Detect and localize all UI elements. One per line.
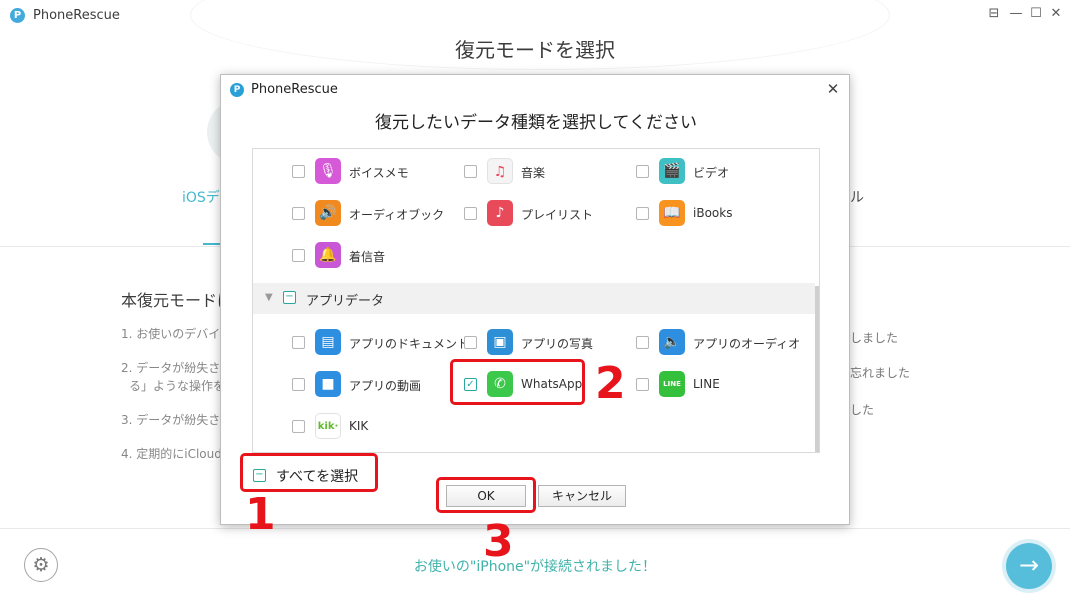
item-label: 着信音: [349, 250, 386, 264]
line-icon: LINE: [659, 371, 685, 397]
item-label: オーディオブック: [349, 208, 445, 222]
annotation-box-ok: [436, 477, 536, 513]
checkbox[interactable]: [636, 378, 649, 391]
item-label: アプリの写真: [521, 337, 594, 351]
microphone-icon: 🎙: [315, 158, 341, 184]
list-item-app-videos[interactable]: ■ アプリの動画: [292, 370, 442, 398]
list-item-ibooks[interactable]: 📖 iBooks: [636, 199, 786, 227]
list-item-music[interactable]: ♫ 音楽: [464, 157, 614, 185]
music-icon: ♫: [487, 158, 513, 184]
checkbox[interactable]: [292, 420, 305, 433]
photo-icon: ▣: [487, 329, 513, 355]
playlist-icon: ♪: [487, 200, 513, 226]
list-item-audiobook[interactable]: 🔊 オーディオブック: [292, 199, 445, 227]
kik-icon: kik·: [315, 413, 341, 439]
audiobook-icon: 🔊: [315, 200, 341, 226]
video-camera-icon: ■: [315, 371, 341, 397]
checkbox[interactable]: [292, 249, 305, 262]
list-item-app-photos[interactable]: ▣ アプリの写真: [464, 328, 614, 356]
document-icon: ▤: [315, 329, 341, 355]
checkbox[interactable]: [292, 336, 305, 349]
list-item-voice-memo[interactable]: 🎙 ボイスメモ: [292, 157, 442, 185]
ibooks-icon: 📖: [659, 200, 685, 226]
list-item-video[interactable]: 🎬 ビデオ: [636, 157, 786, 185]
dialog-close-icon[interactable]: ✕: [825, 81, 841, 97]
item-label: ボイスメモ: [349, 166, 409, 180]
annotation-box-whatsapp: [450, 359, 585, 405]
list-item-ringtone[interactable]: 🔔 着信音: [292, 241, 442, 269]
item-label: KIK: [349, 419, 369, 433]
list-item-line[interactable]: LINE LINE: [636, 370, 786, 398]
data-type-list[interactable]: 🎙 ボイスメモ ♫ 音楽 🎬 ビデオ 🔊 オーディオブック ♪ プレイリスト 📖…: [252, 148, 820, 453]
dialog-title: PhoneRescue: [251, 82, 338, 97]
checkbox[interactable]: [464, 336, 477, 349]
checkbox[interactable]: [464, 165, 477, 178]
main-window: P PhoneRescue ⊟ — ☐ ✕ 復元モードを選択 iOSデバ ル 本…: [0, 0, 1070, 600]
dialog-heading: 復元したいデータ種類を選択してください: [375, 113, 697, 133]
list-item-app-documents[interactable]: ▤ アプリのドキュメント: [292, 328, 469, 356]
list-scrollbar[interactable]: [815, 286, 819, 452]
annotation-box-select-all: [240, 453, 378, 492]
checkbox[interactable]: [636, 336, 649, 349]
dialog-logo-icon: P: [230, 83, 244, 97]
checkbox[interactable]: [292, 378, 305, 391]
item-label: プレイリスト: [521, 208, 594, 222]
item-label: 音楽: [521, 166, 546, 180]
annotation-step-3: 3: [483, 516, 514, 567]
list-item-kik[interactable]: kik· KIK: [292, 412, 442, 440]
group-app-data[interactable]: ▼ − アプリデータ: [253, 283, 815, 314]
checkbox[interactable]: [292, 207, 305, 220]
collapse-arrow-icon[interactable]: ▼: [265, 292, 273, 303]
annotation-step-2: 2: [595, 358, 626, 409]
annotation-step-1: 1: [245, 489, 276, 540]
speaker-icon: 🔈: [659, 329, 685, 355]
item-label: ビデオ: [693, 166, 730, 180]
item-label: アプリの動画: [349, 379, 422, 393]
item-label: LINE: [693, 377, 720, 391]
group-checkbox[interactable]: −: [283, 291, 296, 304]
list-item-playlist[interactable]: ♪ プレイリスト: [464, 199, 614, 227]
item-label: iBooks: [693, 206, 733, 220]
group-label: アプリデータ: [306, 294, 385, 309]
checkbox[interactable]: [292, 165, 305, 178]
checkbox[interactable]: [636, 165, 649, 178]
list-item-app-audio[interactable]: 🔈 アプリのオーディオ: [636, 328, 800, 356]
checkbox[interactable]: [636, 207, 649, 220]
item-label: アプリのドキュメント: [349, 337, 470, 351]
bell-icon: 🔔: [315, 242, 341, 268]
cancel-button[interactable]: キャンセル: [538, 485, 626, 507]
item-label: アプリのオーディオ: [693, 337, 801, 351]
video-clapper-icon: 🎬: [659, 158, 685, 184]
checkbox[interactable]: [464, 207, 477, 220]
